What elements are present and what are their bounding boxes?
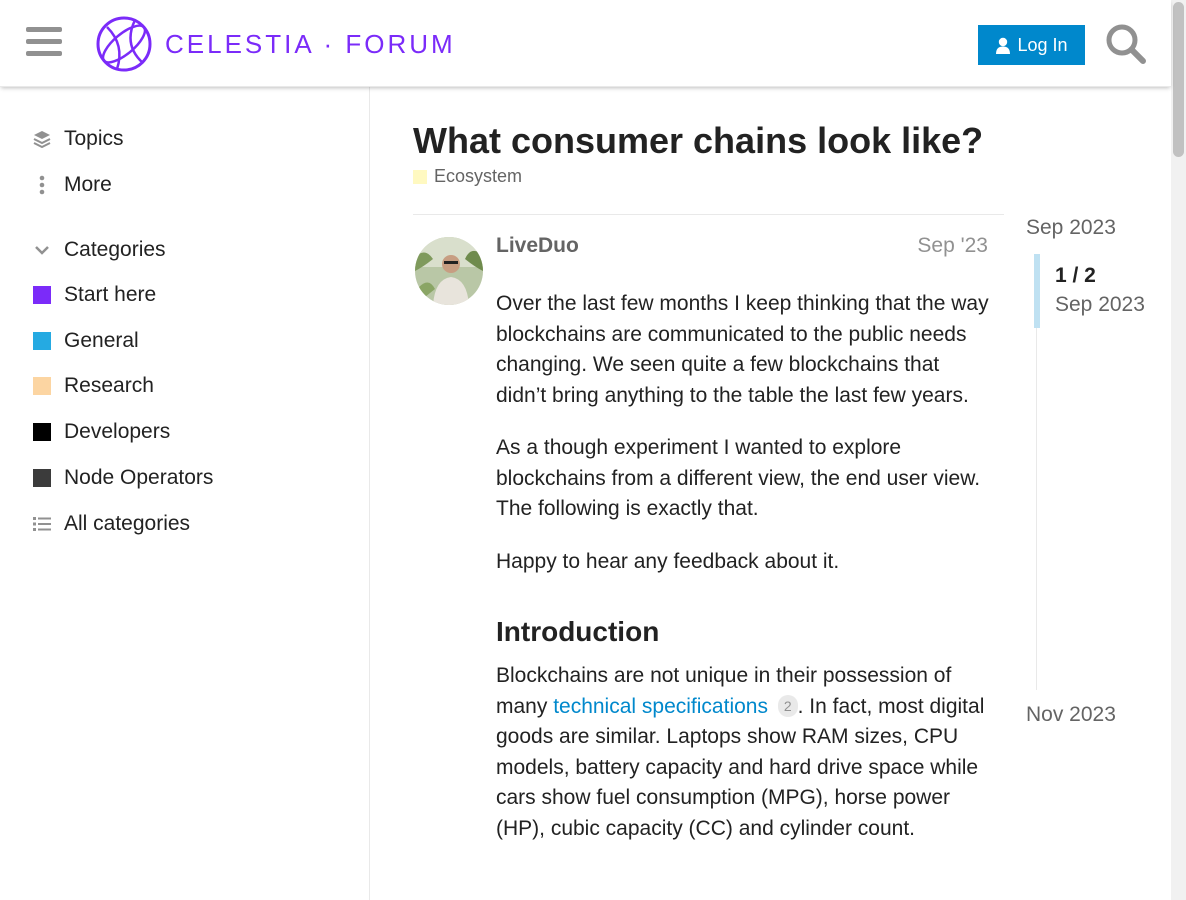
list-icon bbox=[32, 514, 52, 534]
category-color-swatch bbox=[413, 169, 427, 184]
site-logo[interactable]: CELESTIA · FORUM bbox=[95, 14, 456, 74]
post-author[interactable]: LiveDuo bbox=[496, 234, 579, 258]
layers-icon bbox=[32, 129, 52, 149]
sidebar-item-general[interactable]: General bbox=[32, 324, 352, 358]
category-color-swatch bbox=[32, 331, 52, 351]
timeline-position-date: Sep 2023 bbox=[1055, 293, 1145, 316]
site-header: CELESTIA · FORUM Log In bbox=[0, 0, 1171, 87]
hamburger-menu-icon[interactable] bbox=[26, 27, 62, 59]
sidebar-item-label: General bbox=[64, 329, 139, 352]
sidebar-item-label: Developers bbox=[64, 420, 171, 443]
link-click-count: 2 bbox=[777, 694, 798, 717]
category-color-swatch bbox=[32, 285, 52, 305]
post-body: Over the last few months I keep thinking… bbox=[496, 289, 991, 866]
user-icon bbox=[995, 37, 1011, 54]
search-icon[interactable] bbox=[1104, 22, 1148, 66]
post-paragraph: Over the last few months I keep thinking… bbox=[496, 292, 989, 407]
topic-category-label: Ecosystem bbox=[434, 166, 523, 186]
timeline-scroll-handle[interactable] bbox=[1034, 254, 1040, 328]
page-scrollbar[interactable] bbox=[1171, 0, 1186, 900]
category-color-swatch bbox=[32, 468, 52, 488]
sidebar: Topics More Categories Start here Genera… bbox=[0, 87, 370, 900]
timeline-position: 1 / 2 bbox=[1055, 264, 1096, 287]
topic-title[interactable]: What consumer chains look like? bbox=[413, 120, 983, 162]
vertical-ellipsis-icon bbox=[32, 175, 52, 195]
logo-text: CELESTIA · FORUM bbox=[165, 28, 456, 59]
sidebar-item-all-categories[interactable]: All categories bbox=[32, 507, 352, 541]
sidebar-item-label: Research bbox=[64, 374, 154, 397]
post-paragraph: As a though experiment I wanted to explo… bbox=[496, 436, 981, 520]
celestia-logo-icon bbox=[96, 16, 152, 72]
technical-specifications-link[interactable]: technical specifications bbox=[553, 695, 768, 718]
chevron-down-icon bbox=[32, 240, 52, 260]
sidebar-item-developers[interactable]: Developers bbox=[32, 415, 352, 449]
post-paragraph: Blockchains are not unique in their poss… bbox=[496, 661, 991, 844]
sidebar-item-more[interactable]: More bbox=[32, 168, 352, 202]
avatar[interactable] bbox=[415, 237, 483, 305]
sidebar-item-label: Node Operators bbox=[64, 466, 214, 489]
timeline-start-date[interactable]: Sep 2023 bbox=[1026, 216, 1116, 240]
topic-divider bbox=[413, 214, 1004, 215]
sidebar-item-label: Start here bbox=[64, 283, 157, 306]
timeline-end-date[interactable]: Nov 2023 bbox=[1026, 703, 1116, 727]
log-in-button[interactable]: Log In bbox=[978, 25, 1085, 65]
category-color-swatch bbox=[32, 376, 52, 396]
scrollbar-thumb[interactable] bbox=[1173, 2, 1184, 157]
category-color-swatch bbox=[32, 422, 52, 442]
post-heading: Introduction bbox=[496, 616, 660, 647]
sidebar-item-label: All categories bbox=[64, 512, 191, 535]
post-paragraph: Happy to hear any feedback about it. bbox=[496, 549, 840, 573]
topic-category-badge[interactable]: Ecosystem bbox=[413, 166, 522, 187]
sidebar-item-topics[interactable]: Topics bbox=[32, 122, 352, 156]
sidebar-item-research[interactable]: Research bbox=[32, 369, 352, 403]
sidebar-item-node-operators[interactable]: Node Operators bbox=[32, 461, 352, 495]
sidebar-item-start-here[interactable]: Start here bbox=[32, 278, 352, 312]
categories-toggle[interactable]: Categories bbox=[32, 233, 352, 267]
categories-header: Categories bbox=[64, 238, 166, 261]
sidebar-item-label: More bbox=[64, 173, 112, 196]
sidebar-item-label: Topics bbox=[64, 127, 124, 150]
log-in-label: Log In bbox=[1017, 34, 1068, 55]
post-date[interactable]: Sep '23 bbox=[880, 234, 988, 258]
